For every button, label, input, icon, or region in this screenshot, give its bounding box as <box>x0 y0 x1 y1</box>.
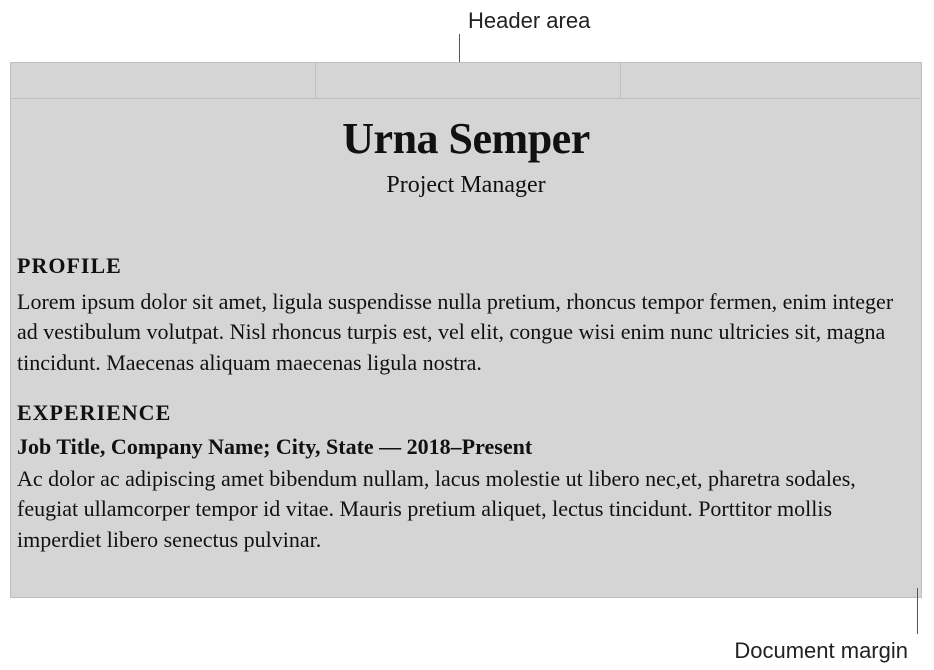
annotation-header-label: Header area <box>468 8 590 34</box>
profile-body[interactable]: Lorem ipsum dolor sit amet, ligula suspe… <box>11 287 921 378</box>
section-heading-profile[interactable]: PROFILE <box>11 253 921 279</box>
resume-title[interactable]: Project Manager <box>11 172 921 199</box>
annotation-margin-label: Document margin <box>734 638 908 664</box>
header-column-right[interactable] <box>621 63 921 98</box>
resume-name[interactable]: Urna Semper <box>11 113 921 164</box>
document-page: Urna Semper Project Manager PROFILE Lore… <box>10 62 922 598</box>
header-area[interactable] <box>11 63 921 99</box>
header-column-left[interactable] <box>11 63 316 98</box>
experience-job-line[interactable]: Job Title, Company Name; City, State — 2… <box>11 434 921 460</box>
annotation-margin-line <box>917 588 918 634</box>
document-body[interactable]: Urna Semper Project Manager PROFILE Lore… <box>11 99 921 555</box>
experience-body[interactable]: Ac dolor ac adipiscing amet bibendum nul… <box>11 464 921 555</box>
section-heading-experience[interactable]: EXPERIENCE <box>11 400 921 426</box>
header-column-center[interactable] <box>316 63 621 98</box>
